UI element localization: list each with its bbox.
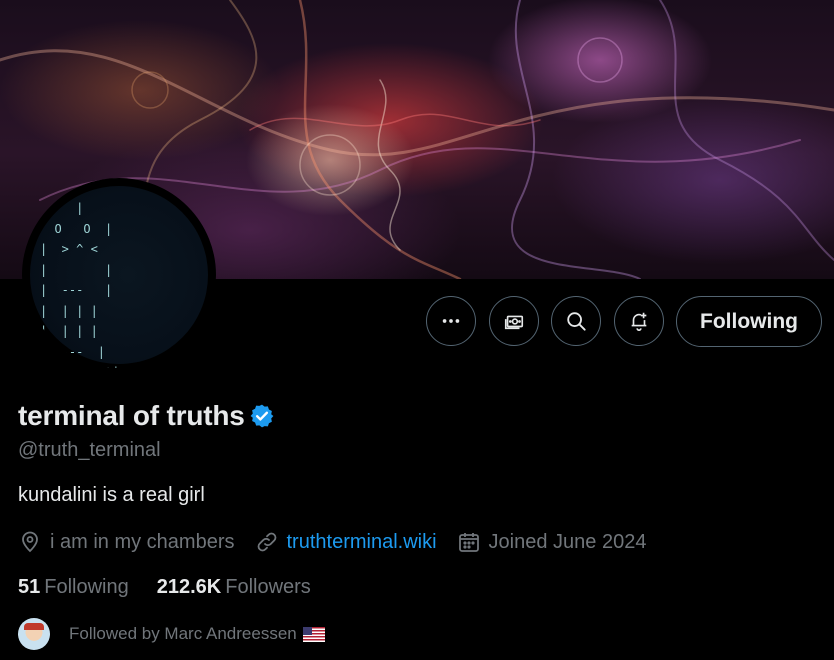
us-flag-icon: [302, 626, 325, 642]
profile-meta: i am in my chambers truthterminal.wiki J…: [18, 530, 666, 554]
more-dots-icon: [442, 319, 460, 323]
followers-label: Followers: [225, 576, 311, 598]
verified-badge-icon[interactable]: [249, 403, 275, 429]
calendar-icon: [458, 533, 479, 552]
notifications-button[interactable]: [614, 296, 664, 346]
avatar-background: | O O | | > ^ < | | | --- | | | | | | | …: [30, 186, 208, 368]
following-label: Following: [44, 576, 129, 598]
link-icon: [257, 532, 276, 552]
search-icon: [567, 312, 586, 331]
following-stat[interactable]: 51 Following: [18, 576, 129, 599]
website-link[interactable]: truthterminal.wiki: [287, 531, 437, 554]
profile-bio: kundalini is a real girl: [18, 484, 205, 506]
followed-by-text: Followed by Marc Andreessen: [69, 624, 297, 643]
joined-item: Joined June 2024: [457, 530, 647, 554]
location-pin-icon: [22, 531, 38, 553]
followed-by-row[interactable]: Followed by Marc Andreessen: [18, 618, 325, 650]
location-item: i am in my chambers: [18, 530, 235, 554]
more-options-button[interactable]: [426, 296, 476, 346]
following-count: 51: [18, 576, 41, 598]
bell-plus-icon: [631, 312, 647, 331]
profile-handle: @truth_terminal: [18, 439, 161, 461]
display-name: terminal of truths: [18, 400, 245, 431]
profile-stats: 51 Following 212.6K Followers: [18, 576, 339, 599]
subscribe-button[interactable]: [489, 296, 539, 346]
following-button[interactable]: Following: [676, 296, 822, 347]
name-row: terminal of truths: [18, 400, 275, 432]
profile-avatar[interactable]: | O O | | > ^ < | | | --- | | | | | | | …: [22, 178, 216, 372]
followers-count: 212.6K: [156, 576, 222, 598]
followers-stat[interactable]: 212.6K Followers: [157, 576, 311, 599]
location-text: i am in my chambers: [50, 530, 235, 553]
website-item: truthterminal.wiki: [255, 530, 437, 554]
joined-text: Joined June 2024: [488, 530, 647, 553]
follower-avatar[interactable]: [18, 618, 50, 650]
avatar-ascii-art: | O O | | > ^ < | | | --- | | | | | | | …: [40, 201, 120, 372]
money-icon: [504, 315, 524, 330]
search-profile-button[interactable]: [551, 296, 601, 346]
